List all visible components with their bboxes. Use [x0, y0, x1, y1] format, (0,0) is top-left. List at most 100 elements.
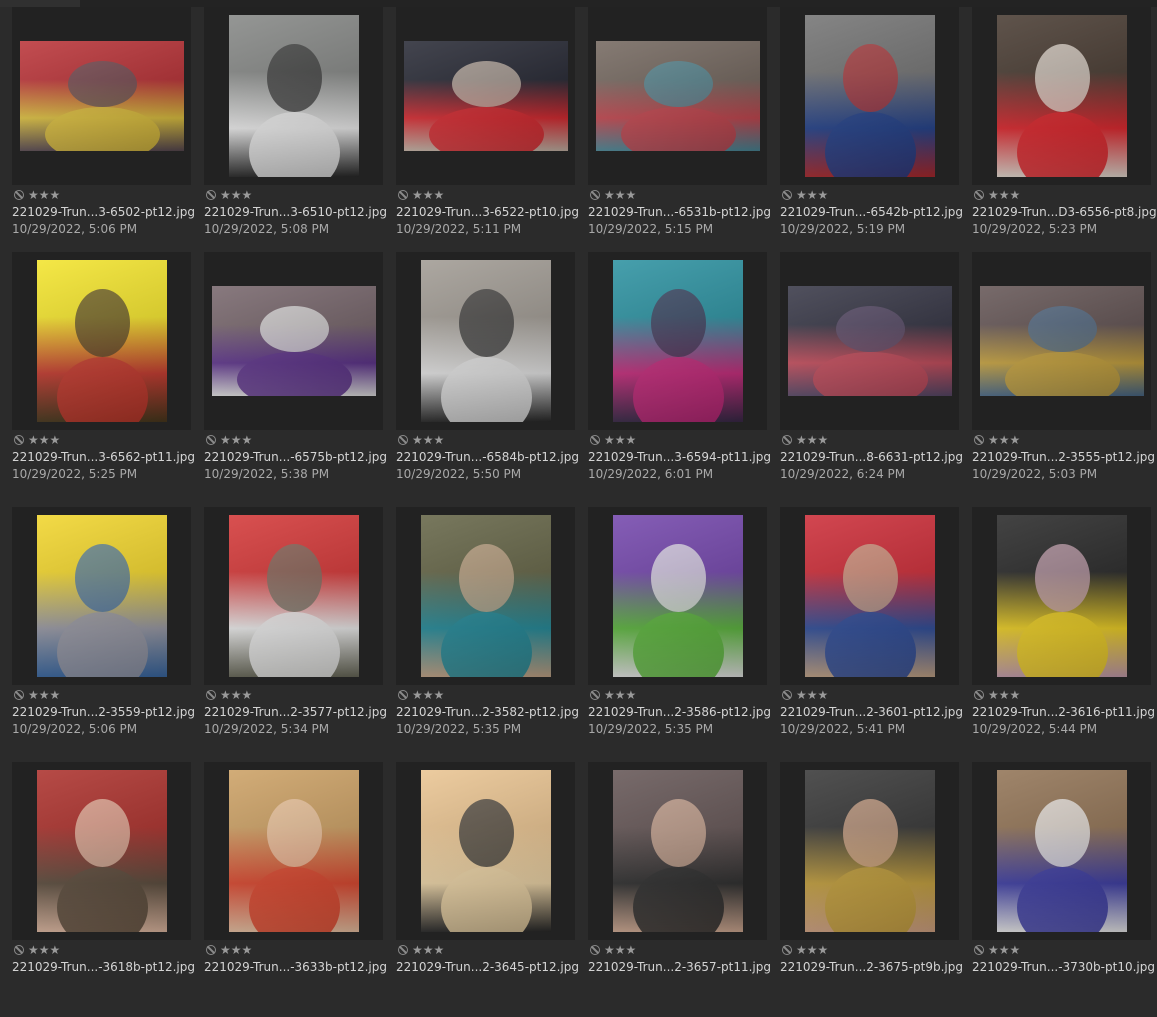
- thumbnail-frame[interactable]: [780, 252, 959, 430]
- star-rating-icon[interactable]: ★★★: [796, 944, 828, 956]
- thumbnail-frame[interactable]: [780, 507, 959, 685]
- reject-flag-icon[interactable]: [974, 190, 984, 200]
- star-rating-icon[interactable]: ★★★: [796, 689, 828, 701]
- thumbnail-cell[interactable]: ★★★ 221029-Trun...2-3555-pt12.jpg 10/29/20…: [960, 252, 1155, 507]
- thumbnail-image[interactable]: [805, 770, 935, 932]
- reject-flag-icon[interactable]: [398, 690, 408, 700]
- reject-flag-icon[interactable]: [398, 945, 408, 955]
- reject-flag-icon[interactable]: [14, 945, 24, 955]
- thumbnail-frame[interactable]: [780, 762, 959, 940]
- thumbnail-cell[interactable]: ★★★ 221029-Trun...3-6502-pt12.jpg 10/29/20…: [0, 7, 195, 262]
- thumbnail-cell[interactable]: ★★★ 221029-Trun...2-3586-pt12.jpg 10/29/20…: [576, 507, 771, 762]
- thumbnail-frame[interactable]: [588, 7, 767, 185]
- thumbnail-cell[interactable]: ★★★ 221029-Trun...2-3559-pt12.jpg 10/29/20…: [0, 507, 195, 762]
- thumbnail-frame[interactable]: [204, 7, 383, 185]
- thumbnail-cell[interactable]: ★★★ 221029-Trun...3-6510-pt12.jpg 10/29/20…: [192, 7, 387, 262]
- star-rating-icon[interactable]: ★★★: [28, 434, 60, 446]
- thumbnail-image[interactable]: [421, 515, 551, 677]
- reject-flag-icon[interactable]: [398, 435, 408, 445]
- star-rating-icon[interactable]: ★★★: [604, 434, 636, 446]
- star-rating-icon[interactable]: ★★★: [412, 689, 444, 701]
- star-rating-icon[interactable]: ★★★: [604, 189, 636, 201]
- thumbnail-image[interactable]: [229, 15, 359, 177]
- star-rating-icon[interactable]: ★★★: [796, 434, 828, 446]
- reject-flag-icon[interactable]: [782, 690, 792, 700]
- reject-flag-icon[interactable]: [206, 945, 216, 955]
- thumbnail-frame[interactable]: [12, 252, 191, 430]
- star-rating-icon[interactable]: ★★★: [28, 689, 60, 701]
- thumbnail-image[interactable]: [805, 15, 935, 177]
- thumbnail-image[interactable]: [229, 770, 359, 932]
- reject-flag-icon[interactable]: [782, 945, 792, 955]
- thumbnail-frame[interactable]: [204, 507, 383, 685]
- reject-flag-icon[interactable]: [398, 190, 408, 200]
- thumbnail-cell[interactable]: ★★★ 221029-Trun...3-6522-pt10.jpg 10/29/20…: [384, 7, 579, 262]
- thumbnail-frame[interactable]: [204, 252, 383, 430]
- thumbnail-frame[interactable]: [396, 507, 575, 685]
- thumbnail-frame[interactable]: [204, 762, 383, 940]
- thumbnail-cell[interactable]: ★★★ 221029-Trun...2-3657-pt11.jpg: [576, 762, 771, 1017]
- thumbnail-image[interactable]: [37, 770, 167, 932]
- thumbnail-cell[interactable]: ★★★ 221029-Trun...3-6594-pt11.jpg 10/29/20…: [576, 252, 771, 507]
- thumbnail-image[interactable]: [613, 515, 743, 677]
- thumbnail-frame[interactable]: [972, 252, 1151, 430]
- reject-flag-icon[interactable]: [14, 190, 24, 200]
- star-rating-icon[interactable]: ★★★: [604, 944, 636, 956]
- reject-flag-icon[interactable]: [782, 190, 792, 200]
- thumbnail-frame[interactable]: [12, 762, 191, 940]
- star-rating-icon[interactable]: ★★★: [988, 434, 1020, 446]
- thumbnail-frame[interactable]: [12, 7, 191, 185]
- reject-flag-icon[interactable]: [590, 690, 600, 700]
- reject-flag-icon[interactable]: [590, 435, 600, 445]
- star-rating-icon[interactable]: ★★★: [412, 189, 444, 201]
- star-rating-icon[interactable]: ★★★: [412, 944, 444, 956]
- star-rating-icon[interactable]: ★★★: [988, 189, 1020, 201]
- thumbnail-image[interactable]: [421, 260, 551, 422]
- star-rating-icon[interactable]: ★★★: [412, 434, 444, 446]
- thumbnail-cell[interactable]: ★★★ 221029-Trun...2-3675-pt9b.jpg: [768, 762, 963, 1017]
- thumbnail-image[interactable]: [997, 770, 1127, 932]
- thumbnail-image[interactable]: [805, 515, 935, 677]
- reject-flag-icon[interactable]: [206, 690, 216, 700]
- thumbnail-cell[interactable]: ★★★ 221029-Trun...-6584b-pt12.jpg 10/29/20…: [384, 252, 579, 507]
- thumbnail-frame[interactable]: [972, 507, 1151, 685]
- thumbnail-cell[interactable]: ★★★ 221029-Trun...2-3616-pt11.jpg 10/29/20…: [960, 507, 1155, 762]
- thumbnail-image[interactable]: [613, 770, 743, 932]
- thumbnail-frame[interactable]: [396, 7, 575, 185]
- thumbnail-frame[interactable]: [396, 252, 575, 430]
- thumbnail-cell[interactable]: ★★★ 221029-Trun...-3633b-pt12.jpg: [192, 762, 387, 1017]
- thumbnail-cell[interactable]: ★★★ 221029-Trun...-6531b-pt12.jpg 10/29/20…: [576, 7, 771, 262]
- star-rating-icon[interactable]: ★★★: [988, 944, 1020, 956]
- reject-flag-icon[interactable]: [974, 945, 984, 955]
- thumbnail-image[interactable]: [613, 260, 743, 422]
- star-rating-icon[interactable]: ★★★: [28, 944, 60, 956]
- thumbnail-cell[interactable]: ★★★ 221029-Trun...D3-6556-pt8.jpg 10/29/20…: [960, 7, 1157, 262]
- thumbnail-image[interactable]: [596, 41, 760, 151]
- thumbnail-cell[interactable]: ★★★ 221029-Trun...3-6562-pt11.jpg 10/29/20…: [0, 252, 195, 507]
- star-rating-icon[interactable]: ★★★: [796, 189, 828, 201]
- thumbnail-image[interactable]: [997, 515, 1127, 677]
- thumbnail-cell[interactable]: ★★★ 221029-Trun...2-3601-pt12.jpg 10/29/20…: [768, 507, 963, 762]
- thumbnail-cell[interactable]: ★★★ 221029-Trun...2-3582-pt12.jpg 10/29/20…: [384, 507, 579, 762]
- thumbnail-cell[interactable]: ★★★ 221029-Trun...2-3577-pt12.jpg 10/29/20…: [192, 507, 387, 762]
- thumbnail-cell[interactable]: ★★★ 221029-Trun...2-3645-pt12.jpg: [384, 762, 579, 1017]
- thumbnail-frame[interactable]: [972, 7, 1151, 185]
- thumbnail-cell[interactable]: ★★★ 221029-Trun...8-6631-pt12.jpg 10/29/20…: [768, 252, 963, 507]
- thumbnail-image[interactable]: [421, 770, 551, 932]
- thumbnail-image[interactable]: [788, 286, 952, 396]
- star-rating-icon[interactable]: ★★★: [28, 189, 60, 201]
- thumbnail-frame[interactable]: [12, 507, 191, 685]
- reject-flag-icon[interactable]: [974, 435, 984, 445]
- thumbnail-frame[interactable]: [396, 762, 575, 940]
- thumbnail-frame[interactable]: [780, 7, 959, 185]
- thumbnail-frame[interactable]: [588, 762, 767, 940]
- thumbnail-frame[interactable]: [588, 507, 767, 685]
- reject-flag-icon[interactable]: [206, 190, 216, 200]
- thumbnail-image[interactable]: [20, 41, 184, 151]
- thumbnail-image[interactable]: [980, 286, 1144, 396]
- reject-flag-icon[interactable]: [14, 435, 24, 445]
- thumbnail-cell[interactable]: ★★★ 221029-Trun...-3618b-pt12.jpg: [0, 762, 195, 1017]
- reject-flag-icon[interactable]: [782, 435, 792, 445]
- thumbnail-cell[interactable]: ★★★ 221029-Trun...-6542b-pt12.jpg 10/29/20…: [768, 7, 963, 262]
- star-rating-icon[interactable]: ★★★: [988, 689, 1020, 701]
